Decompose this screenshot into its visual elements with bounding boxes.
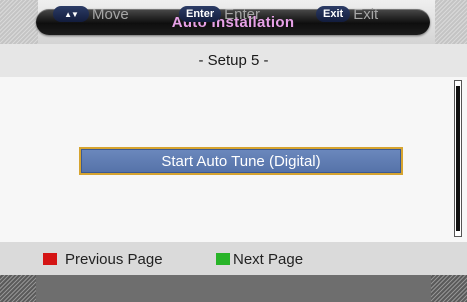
color-key-legend: Previous Page Next Page bbox=[0, 242, 467, 275]
exit-key-icon: Exit bbox=[316, 6, 351, 22]
header-decoration-right bbox=[435, 0, 467, 44]
footer-bar bbox=[0, 275, 467, 302]
exit-hint: Exit Exit bbox=[316, 5, 378, 23]
previous-page-hint[interactable]: Previous Page bbox=[43, 249, 163, 269]
subtitle-bar: - Setup 5 - bbox=[0, 44, 467, 77]
next-page-hint[interactable]: Next Page bbox=[216, 249, 303, 269]
red-key-icon bbox=[43, 253, 57, 265]
footer-decoration-right bbox=[431, 275, 467, 302]
move-hint: ▲▼ Move bbox=[53, 5, 129, 23]
enter-label: Enter bbox=[224, 5, 260, 23]
content-panel: Start Auto Tune (Digital) bbox=[0, 77, 467, 242]
footer-decoration-left bbox=[0, 275, 36, 302]
page-subtitle: - Setup 5 - bbox=[198, 52, 269, 69]
start-auto-tune-label: Start Auto Tune (Digital) bbox=[161, 152, 321, 170]
header-decoration-left bbox=[0, 0, 38, 44]
scrollbar-thumb[interactable] bbox=[456, 86, 460, 231]
scrollbar[interactable] bbox=[454, 80, 462, 237]
enter-hint: Enter Enter bbox=[179, 5, 260, 23]
green-key-icon bbox=[216, 253, 230, 265]
start-auto-tune-button[interactable]: Start Auto Tune (Digital) bbox=[79, 147, 403, 175]
up-down-arrows-icon: ▲▼ bbox=[53, 6, 89, 22]
move-label: Move bbox=[92, 5, 129, 23]
next-page-label: Next Page bbox=[233, 250, 304, 268]
enter-key-icon: Enter bbox=[179, 6, 222, 22]
exit-label: Exit bbox=[353, 5, 379, 23]
previous-page-label: Previous Page bbox=[65, 250, 163, 268]
